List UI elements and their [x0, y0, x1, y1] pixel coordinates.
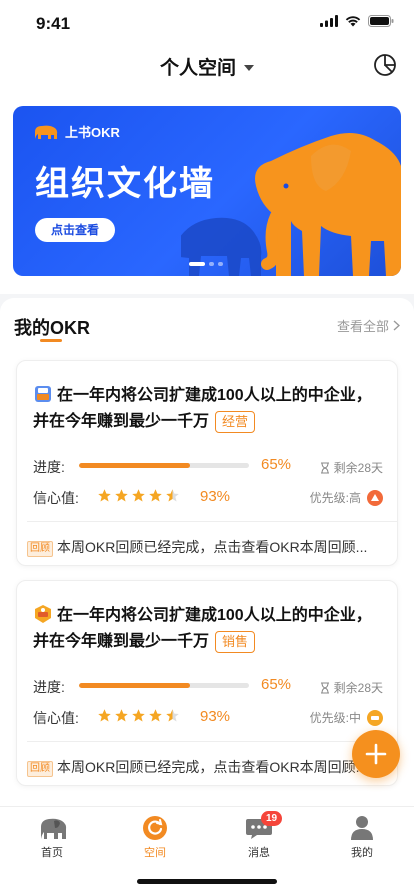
confidence-label: 信心值: [33, 490, 79, 506]
remaining-text: 剩余28天 [333, 461, 383, 475]
carousel-dot[interactable] [189, 262, 205, 266]
okr-section: 我的OKR 查看全部 在一年内将公司扩建成100人以上的中企业，并在今年赚到最少… [0, 298, 414, 808]
okr-title-block: 在一年内将公司扩建成100人以上的中企业，并在今年赚到最少一千万 销售 [33, 603, 383, 655]
priority: 优先级:中 [310, 709, 383, 726]
okr-card[interactable]: 在一年内将公司扩建成100人以上的中企业，并在今年赚到最少一千万 经营 进度: 6… [16, 360, 398, 566]
wifi-icon [345, 16, 361, 27]
okr-card[interactable]: 在一年内将公司扩建成100人以上的中企业，并在今年赚到最少一千万 销售 进度: 6… [16, 580, 398, 786]
star-full-icon [98, 489, 111, 502]
space-icon [143, 816, 167, 840]
carousel-dot[interactable] [218, 262, 223, 266]
elephant-icon [41, 818, 67, 839]
star-full-icon [115, 709, 128, 722]
okr-category-tag: 销售 [215, 631, 256, 653]
battery-icon [368, 15, 394, 27]
culture-banner[interactable]: 上书OKR 组织文化墙 点击查看 [13, 106, 401, 276]
review-summary[interactable]: 回顾 本周OKR回顾已经完成，点击查看OKR本周回顾... [27, 537, 382, 557]
star-full-icon [132, 489, 145, 502]
star-full-icon [132, 709, 145, 722]
star-half-icon [166, 489, 179, 502]
tab-label: 消息 [248, 847, 270, 859]
okr-title-block: 在一年内将公司扩建成100人以上的中企业，并在今年赚到最少一千万 经营 [33, 383, 383, 435]
star-full-icon [149, 709, 162, 722]
chevron-right-icon [393, 320, 400, 331]
status-icons [320, 15, 394, 27]
confidence-stars [97, 708, 180, 723]
star-full-icon [115, 489, 128, 502]
section-title: 我的OKR [14, 318, 90, 338]
unread-badge: 19 [261, 811, 283, 826]
page-title: 个人空间 [159, 58, 236, 79]
hourglass-icon [320, 462, 329, 473]
tab-messages[interactable]: 19 消息 [229, 811, 289, 860]
pie-chart-icon[interactable] [372, 52, 398, 78]
okr-title: 在一年内将公司扩建成100人以上的中企业，并在今年赚到最少一千万 [33, 607, 372, 650]
progress-fill [79, 463, 190, 468]
plus-icon [365, 743, 387, 765]
card-divider [27, 521, 397, 522]
progress-percent: 65% [261, 676, 292, 693]
progress-bar [79, 463, 249, 468]
review-badge: 回顾 [27, 761, 53, 777]
tab-space[interactable]: 空间 [125, 815, 185, 860]
star-full-icon [149, 489, 162, 502]
space-switcher[interactable]: 个人空间 [0, 53, 414, 80]
remaining-days: 剩余28天 [320, 679, 383, 696]
progress-label: 进度: [33, 679, 65, 695]
view-all-label: 查看全部 [336, 319, 389, 334]
review-text: 本周OKR回顾已经完成，点击查看OKR本周回顾... [57, 539, 368, 555]
hourglass-icon [320, 682, 329, 693]
confidence-percent: 93% [200, 488, 231, 505]
progress-bar [79, 683, 249, 688]
banner-view-button[interactable]: 点击查看 [35, 218, 115, 242]
tab-label: 首页 [41, 847, 63, 859]
progress-percent: 65% [261, 456, 292, 473]
elephant-logo-icon [35, 125, 58, 139]
star-half-icon [166, 709, 179, 722]
view-all-link[interactable]: 查看全部 [337, 316, 400, 335]
confidence-stars [97, 488, 180, 503]
priority: 优先级:高 [310, 489, 383, 506]
user-icon [351, 816, 373, 840]
tab-label: 我的 [351, 847, 373, 859]
tab-home[interactable]: 首页 [22, 815, 82, 860]
star-full-icon [98, 709, 111, 722]
carousel-dot[interactable] [209, 262, 214, 266]
remaining-days: 剩余28天 [320, 459, 383, 476]
banner-title: 组织文化墙 [35, 165, 215, 203]
priority-text: 优先级:高 [309, 491, 361, 505]
tab-label: 空间 [144, 847, 166, 859]
confidence-percent: 93% [200, 708, 231, 725]
priority-text: 优先级:中 [309, 711, 361, 725]
progress-label: 进度: [33, 459, 65, 475]
progress-fill [79, 683, 190, 688]
priority-high-icon [367, 489, 383, 506]
status-bar: 9:41 [0, 0, 414, 44]
section-title-underline [40, 339, 62, 342]
signal-icon [320, 15, 338, 27]
brand-name: 上书OKR [65, 125, 120, 140]
add-okr-button[interactable] [352, 730, 400, 778]
chevron-down-icon [244, 64, 254, 71]
tab-profile[interactable]: 我的 [332, 815, 392, 860]
priority-medium-icon [367, 709, 383, 726]
banner-container: 上书OKR 组织文化墙 点击查看 [0, 94, 414, 294]
confidence-label: 信心值: [33, 710, 79, 726]
okr-category-tag: 经营 [215, 411, 256, 433]
carousel-dots [189, 262, 223, 266]
nav-bar: 个人空间 [0, 44, 414, 94]
enterprise-goal-icon [35, 386, 51, 402]
review-summary[interactable]: 回顾 本周OKR回顾已经完成，点击查看OKR本周回顾... [27, 757, 382, 777]
brand-logo: 上书OKR [33, 122, 120, 141]
home-indicator [137, 879, 277, 884]
sales-goal-icon [35, 605, 51, 623]
card-divider [27, 741, 397, 742]
remaining-text: 剩余28天 [333, 681, 383, 695]
status-time: 9:41 [36, 14, 71, 33]
review-badge: 回顾 [27, 541, 53, 557]
okr-title: 在一年内将公司扩建成100人以上的中企业，并在今年赚到最少一千万 [33, 387, 372, 430]
review-text: 本周OKR回顾已经完成，点击查看OKR本周回顾... [57, 759, 368, 775]
